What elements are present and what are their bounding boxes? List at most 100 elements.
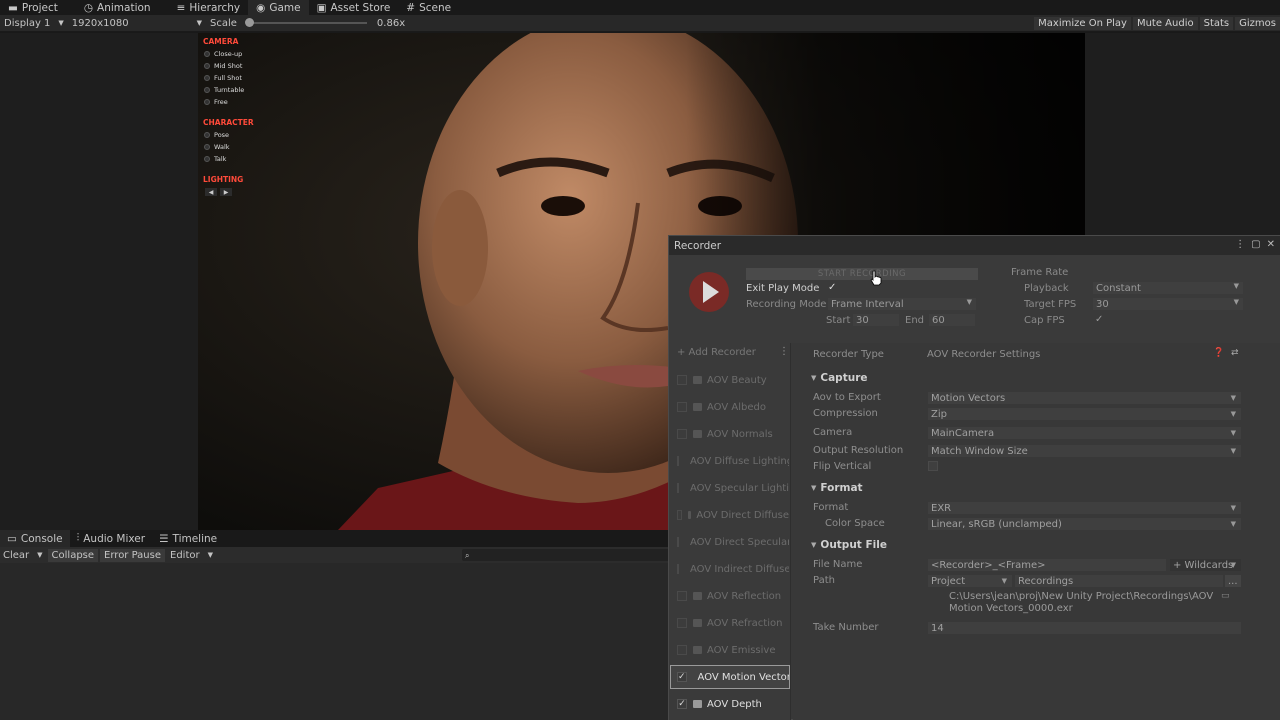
editor-dropdown[interactable]: Editor — [167, 550, 203, 561]
recorder-enable-checkbox[interactable] — [677, 375, 687, 385]
color-space-select[interactable]: Linear, sRGB (unclamped) ▼ — [928, 518, 1241, 530]
tab-asset-store[interactable]: ▣ Asset Store — [309, 0, 399, 15]
record-play-button[interactable] — [689, 272, 729, 312]
list-item[interactable]: AOV Specular Lighting — [671, 477, 789, 499]
recorder-enable-checkbox[interactable] — [677, 483, 679, 493]
maximize-icon[interactable]: ▢ — [1251, 239, 1260, 250]
error-pause-button[interactable]: Error Pause — [100, 548, 166, 562]
list-item[interactable]: AOV Direct Diffuse — [671, 504, 789, 526]
lighting-next-button[interactable]: ▶ — [220, 188, 232, 196]
scale-slider-knob[interactable] — [244, 18, 254, 27]
clear-button[interactable]: Clear — [0, 550, 32, 561]
format-select[interactable]: EXR ▼ — [928, 502, 1241, 514]
camera-option-midshot[interactable]: Mid Shot — [204, 62, 328, 70]
gizmos-button[interactable]: Gizmos — [1235, 16, 1280, 30]
target-fps-select[interactable]: 30 ▼ — [1093, 298, 1243, 310]
end-frame-field[interactable]: 60 — [929, 314, 975, 326]
console-search-input[interactable]: ⌕ — [462, 549, 670, 561]
collapse-button[interactable]: Collapse — [47, 548, 99, 562]
add-recorder-button[interactable]: + Add Recorder — [677, 347, 756, 358]
recorder-enable-checkbox[interactable] — [677, 510, 683, 520]
start-frame-field[interactable]: 30 — [853, 314, 899, 326]
exit-play-mode-checkbox[interactable]: ✓ — [828, 282, 836, 293]
tab-project[interactable]: ▬ Project — [0, 0, 66, 15]
display-select[interactable]: Display 1 — [0, 18, 54, 29]
camera-option-free[interactable]: Free — [204, 98, 328, 106]
recorder-title-bar[interactable]: Recorder ⋮ ▢ ✕ — [669, 236, 1280, 255]
recorder-enable-checkbox[interactable] — [677, 645, 687, 655]
tab-game[interactable]: ◉ Game — [248, 0, 309, 15]
recorder-enable-checkbox[interactable] — [677, 564, 679, 574]
tab-timeline[interactable]: ☰ Timeline — [152, 530, 224, 547]
list-item[interactable]: AOV Reflection — [671, 585, 789, 607]
scale-slider[interactable] — [244, 18, 367, 27]
recorder-enable-checkbox[interactable] — [677, 618, 687, 628]
list-item[interactable]: AOV Beauty — [671, 369, 789, 391]
recorder-enable-checkbox[interactable]: ✓ — [677, 699, 687, 709]
list-item[interactable]: AOV Diffuse Lighting — [671, 450, 789, 472]
more-options-icon[interactable]: ⋮ — [779, 346, 789, 357]
console-icon: ▭ — [7, 532, 17, 545]
browse-button[interactable]: ... — [1225, 575, 1241, 587]
tab-hierarchy[interactable]: ≡ Hierarchy — [169, 0, 249, 15]
list-item[interactable]: ✓ AOV Depth — [671, 693, 789, 715]
cap-fps-checkbox[interactable]: ✓ — [1095, 314, 1103, 325]
close-icon[interactable]: ✕ — [1267, 239, 1275, 250]
start-recording-button[interactable]: START RECORDING — [746, 268, 978, 280]
chevron-down-icon[interactable]: ▼ — [54, 19, 67, 27]
resolution-select[interactable]: 1920x1080 — [68, 18, 133, 29]
tab-console[interactable]: ▭ Console — [0, 530, 70, 547]
recorder-enable-checkbox[interactable] — [677, 537, 679, 547]
preset-icon[interactable]: ⇄ — [1231, 348, 1239, 358]
list-item[interactable]: AOV Indirect Diffuse — [671, 558, 789, 580]
path-root-select[interactable]: Project ▼ — [928, 575, 1012, 587]
list-item[interactable]: AOV Albedo — [671, 396, 789, 418]
camera-option-turntable[interactable]: Turntable — [204, 86, 328, 94]
format-section-header[interactable]: ▼ Format — [811, 482, 863, 494]
recorder-list: + Add Recorder ⋮ AOV Beauty AOV Albedo A… — [669, 343, 791, 720]
capture-section-header[interactable]: ▼ Capture — [811, 372, 868, 384]
path-folder-input[interactable]: Recordings — [1015, 575, 1223, 587]
character-option-talk[interactable]: Talk — [204, 155, 328, 163]
open-folder-icon[interactable]: ▭ — [1221, 591, 1230, 601]
list-item[interactable]: AOV Direct Specular — [671, 531, 789, 553]
compression-select[interactable]: Zip ▼ — [928, 408, 1241, 420]
recorder-enable-checkbox[interactable] — [677, 591, 687, 601]
tab-animation[interactable]: ◷ Animation — [76, 0, 159, 15]
tab-scene[interactable]: # Scene — [398, 0, 459, 15]
list-item-selected[interactable]: ✓ AOV Motion Vectors — [670, 665, 790, 689]
chevron-down-icon[interactable]: ▼ — [205, 551, 216, 559]
stats-button[interactable]: Stats — [1199, 16, 1234, 30]
character-option-pose[interactable]: Pose — [204, 131, 328, 139]
exit-play-mode-label: Exit Play Mode — [746, 283, 820, 294]
recorder-enable-checkbox[interactable] — [677, 402, 687, 412]
camera-option-closeup[interactable]: Close-up — [204, 50, 328, 58]
take-number-input[interactable]: 14 — [928, 622, 1241, 634]
mute-audio-button[interactable]: Mute Audio — [1132, 16, 1198, 30]
list-item[interactable]: AOV Refraction — [671, 612, 789, 634]
wildcards-button[interactable]: + Wildcards ▼ — [1170, 559, 1241, 571]
more-options-icon[interactable]: ⋮ — [1235, 239, 1245, 250]
maximize-on-play-button[interactable]: Maximize On Play — [1034, 16, 1131, 30]
camera-option-fullshot[interactable]: Full Shot — [204, 74, 328, 82]
hash-icon: # — [406, 1, 416, 14]
list-item[interactable]: AOV Normals — [671, 423, 789, 445]
tab-audio-mixer[interactable]: ⫶ Audio Mixer — [70, 530, 152, 547]
file-name-input[interactable]: <Recorder>_<Frame> — [928, 559, 1166, 571]
recorder-enable-checkbox[interactable] — [677, 456, 679, 466]
help-icon[interactable]: ❓ — [1213, 348, 1224, 358]
list-item[interactable]: AOV Emissive — [671, 639, 789, 661]
recording-mode-select[interactable]: Frame Interval ▼ — [828, 298, 976, 310]
character-option-walk[interactable]: Walk — [204, 143, 328, 151]
chevron-down-icon[interactable]: ▼ — [34, 551, 45, 559]
camera-select[interactable]: MainCamera ▼ — [928, 427, 1241, 439]
chevron-down-icon[interactable]: ▼ — [193, 19, 206, 27]
flip-vertical-checkbox[interactable] — [928, 461, 938, 471]
output-resolution-select[interactable]: Match Window Size ▼ — [928, 445, 1241, 457]
lighting-prev-button[interactable]: ◀ — [205, 188, 217, 196]
playback-select[interactable]: Constant ▼ — [1093, 282, 1243, 294]
aov-select[interactable]: Motion Vectors ▼ — [928, 392, 1241, 404]
output-file-section-header[interactable]: ▼ Output File — [811, 539, 887, 551]
recorder-enable-checkbox[interactable] — [677, 429, 687, 439]
recorder-enable-checkbox[interactable]: ✓ — [677, 672, 687, 682]
